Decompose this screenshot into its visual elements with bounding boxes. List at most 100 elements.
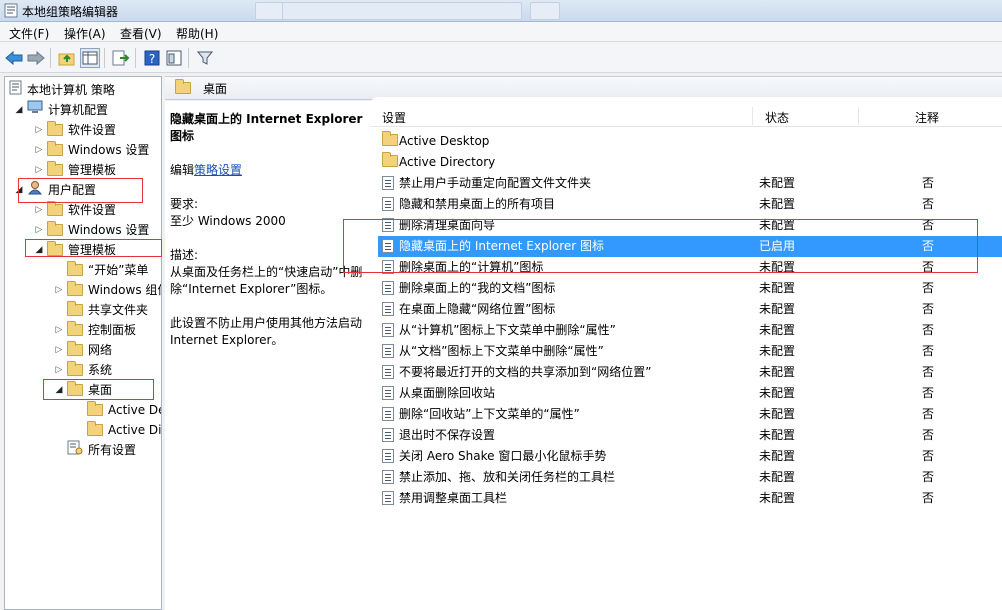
list-row[interactable]: Active Directory bbox=[378, 152, 1002, 173]
setting-name: 禁止添加、拖、放和关闭任务栏的工具栏 bbox=[399, 470, 616, 484]
background-window-fragment bbox=[255, 2, 285, 20]
column-divider[interactable] bbox=[752, 107, 753, 125]
expand-open-icon[interactable]: ◢ bbox=[53, 380, 65, 400]
tree-item-active-directory[interactable]: Active Directory bbox=[73, 420, 161, 440]
policy-document-icon bbox=[9, 80, 22, 101]
back-arrow-icon[interactable] bbox=[4, 48, 24, 68]
tree-item-admin-templates[interactable]: ◢ 管理模板 bbox=[33, 240, 116, 260]
expand-closed-icon[interactable]: ▷ bbox=[33, 120, 45, 140]
tree-item-label: Windows 设置 bbox=[68, 143, 150, 157]
description-block: 描述: 从桌面及任务栏上的“快速启动”中删除“Internet Explorer… bbox=[170, 247, 372, 298]
setting-name: 禁止用户手动重定向配置文件文件夹 bbox=[399, 176, 592, 190]
expand-closed-icon[interactable]: ▷ bbox=[33, 160, 45, 180]
properties-view-icon[interactable] bbox=[164, 48, 184, 68]
folder-icon bbox=[47, 161, 63, 176]
setting-name: Active Directory bbox=[399, 155, 496, 169]
setting-name: 退出时不保存设置 bbox=[399, 428, 496, 442]
forward-arrow-icon[interactable] bbox=[26, 48, 46, 68]
tree-item-software-settings[interactable]: ▷ 软件设置 bbox=[33, 200, 116, 220]
tree-item-shared-folders[interactable]: 共享文件夹 bbox=[53, 300, 148, 320]
menu-help[interactable]: 帮助(H) bbox=[176, 25, 218, 42]
expand-open-icon[interactable]: ◢ bbox=[33, 240, 45, 260]
folder-icon bbox=[382, 131, 398, 146]
list-row[interactable]: 隐藏和禁用桌面上的所有项目 未配置 否 bbox=[378, 194, 1002, 215]
expand-open-icon[interactable]: ◢ bbox=[13, 180, 25, 200]
svg-text:?: ? bbox=[149, 52, 155, 66]
tree-item-label: 软件设置 bbox=[68, 203, 117, 217]
expand-closed-icon[interactable]: ▷ bbox=[33, 140, 45, 160]
setting-state: 未配置 bbox=[759, 470, 796, 484]
tree-item-windows-components[interactable]: ▷ Windows 组件 bbox=[53, 280, 161, 300]
setting-name: 删除清理桌面向导 bbox=[399, 218, 496, 232]
tree-item-desktop[interactable]: ◢ 桌面 bbox=[53, 380, 112, 400]
tree-item-root-policy[interactable]: 本地计算机 策略 bbox=[9, 80, 115, 100]
list-row[interactable]: 删除桌面上的“计算机”图标 未配置 否 bbox=[378, 257, 1002, 278]
setting-comment: 否 bbox=[922, 323, 935, 337]
list-row[interactable]: 从桌面删除回收站 未配置 否 bbox=[378, 383, 1002, 404]
list-row[interactable]: Active Desktop bbox=[378, 131, 1002, 152]
list-row[interactable]: 在桌面上隐藏“网络位置”图标 未配置 否 bbox=[378, 299, 1002, 320]
list-row[interactable]: 退出时不保存设置 未配置 否 bbox=[378, 425, 1002, 446]
policy-setting-icon bbox=[382, 407, 394, 421]
list-row[interactable]: 从“计算机”图标上下文菜单中删除“属性” 未配置 否 bbox=[378, 320, 1002, 341]
list-row[interactable]: 关闭 Aero Shake 窗口最小化鼠标手势 未配置 否 bbox=[378, 446, 1002, 467]
tree-item-computer-config[interactable]: ◢ 计算机配置 bbox=[13, 100, 108, 120]
tree-item-windows-settings[interactable]: ▷ Windows 设置 bbox=[33, 220, 149, 240]
tree-item-windows-settings[interactable]: ▷ Windows 设置 bbox=[33, 140, 149, 160]
list-row[interactable]: 禁用调整桌面工具栏 未配置 否 bbox=[378, 488, 1002, 509]
setting-state: 未配置 bbox=[759, 323, 796, 337]
toolbar-separator bbox=[135, 48, 136, 68]
list-row[interactable]: 删除“回收站”上下文菜单的“属性” 未配置 否 bbox=[378, 404, 1002, 425]
menu-file[interactable]: 文件(F) bbox=[9, 25, 49, 42]
setting-name: 从“文档”图标上下文菜单中删除“属性” bbox=[399, 344, 604, 358]
folder-icon bbox=[87, 401, 103, 416]
tree-item-control-panel[interactable]: ▷ 控制面板 bbox=[53, 320, 136, 340]
help-icon[interactable]: ? bbox=[142, 48, 162, 68]
content-header-title: 桌面 bbox=[203, 81, 228, 96]
toolbar: ? bbox=[0, 42, 1002, 73]
up-folder-icon[interactable] bbox=[57, 48, 77, 68]
tree-item-label: 计算机配置 bbox=[48, 103, 109, 117]
column-header-comment[interactable]: 注释 bbox=[915, 109, 939, 126]
edit-policy-link[interactable]: 策略设置 bbox=[194, 163, 242, 177]
tree-pane: 本地计算机 策略 ◢ 计算机配置 ▷ 软件设置 ▷ Windows 设置 ▷ 管… bbox=[4, 76, 162, 610]
setting-state: 未配置 bbox=[759, 302, 796, 316]
column-header-setting[interactable]: 设置 bbox=[382, 109, 406, 126]
tree-item-system[interactable]: ▷ 系统 bbox=[53, 360, 112, 380]
list-row-selected[interactable]: 隐藏桌面上的 Internet Explorer 图标 已启用 否 bbox=[378, 236, 1002, 257]
folder-icon bbox=[47, 201, 63, 216]
expand-closed-icon[interactable]: ▷ bbox=[33, 200, 45, 220]
expand-closed-icon[interactable]: ▷ bbox=[53, 360, 65, 380]
tree-item-label: Windows 设置 bbox=[68, 223, 150, 237]
expand-open-icon[interactable]: ◢ bbox=[13, 100, 25, 120]
expand-closed-icon[interactable]: ▷ bbox=[53, 340, 65, 360]
menu-action[interactable]: 操作(A) bbox=[64, 25, 106, 42]
expand-closed-icon[interactable]: ▷ bbox=[33, 220, 45, 240]
setting-state: 未配置 bbox=[759, 449, 796, 463]
tree-item-user-config[interactable]: ◢ 用户配置 bbox=[13, 180, 96, 200]
tree-item-all-settings[interactable]: 所有设置 bbox=[53, 440, 136, 460]
expand-closed-icon[interactable]: ▷ bbox=[53, 280, 65, 300]
list-row[interactable]: 不要将最近打开的文档的共享添加到“网络位置” 未配置 否 bbox=[378, 362, 1002, 383]
column-header-state[interactable]: 状态 bbox=[765, 109, 789, 126]
folder-icon bbox=[67, 261, 83, 276]
tree-item-network[interactable]: ▷ 网络 bbox=[53, 340, 112, 360]
column-divider[interactable] bbox=[858, 107, 859, 125]
list-row[interactable]: 从“文档”图标上下文菜单中删除“属性” 未配置 否 bbox=[378, 341, 1002, 362]
tree-item-label: 本地计算机 策略 bbox=[27, 83, 115, 97]
tree-item-software-settings[interactable]: ▷ 软件设置 bbox=[33, 120, 116, 140]
show-hide-tree-icon[interactable] bbox=[80, 48, 100, 68]
tree-item-start-menu[interactable]: “开始”菜单 bbox=[53, 260, 148, 280]
expand-closed-icon[interactable]: ▷ bbox=[53, 320, 65, 340]
list-row[interactable]: 删除桌面上的“我的文档”图标 未配置 否 bbox=[378, 278, 1002, 299]
list-row[interactable]: 禁止用户手动重定向配置文件文件夹 未配置 否 bbox=[378, 173, 1002, 194]
tree-item-active-desktop[interactable]: Active Desktop bbox=[73, 400, 161, 420]
list-row[interactable]: 禁止添加、拖、放和关闭任务栏的工具栏 未配置 否 bbox=[378, 467, 1002, 488]
tree-item-label: 用户配置 bbox=[48, 183, 97, 197]
setting-name: 在桌面上隐藏“网络位置”图标 bbox=[399, 302, 556, 316]
list-row[interactable]: 删除清理桌面向导 未配置 否 bbox=[378, 215, 1002, 236]
filter-icon[interactable] bbox=[195, 48, 215, 68]
export-list-icon[interactable] bbox=[111, 48, 131, 68]
menu-view[interactable]: 查看(V) bbox=[120, 25, 162, 42]
tree-item-admin-templates[interactable]: ▷ 管理模板 bbox=[33, 160, 116, 180]
